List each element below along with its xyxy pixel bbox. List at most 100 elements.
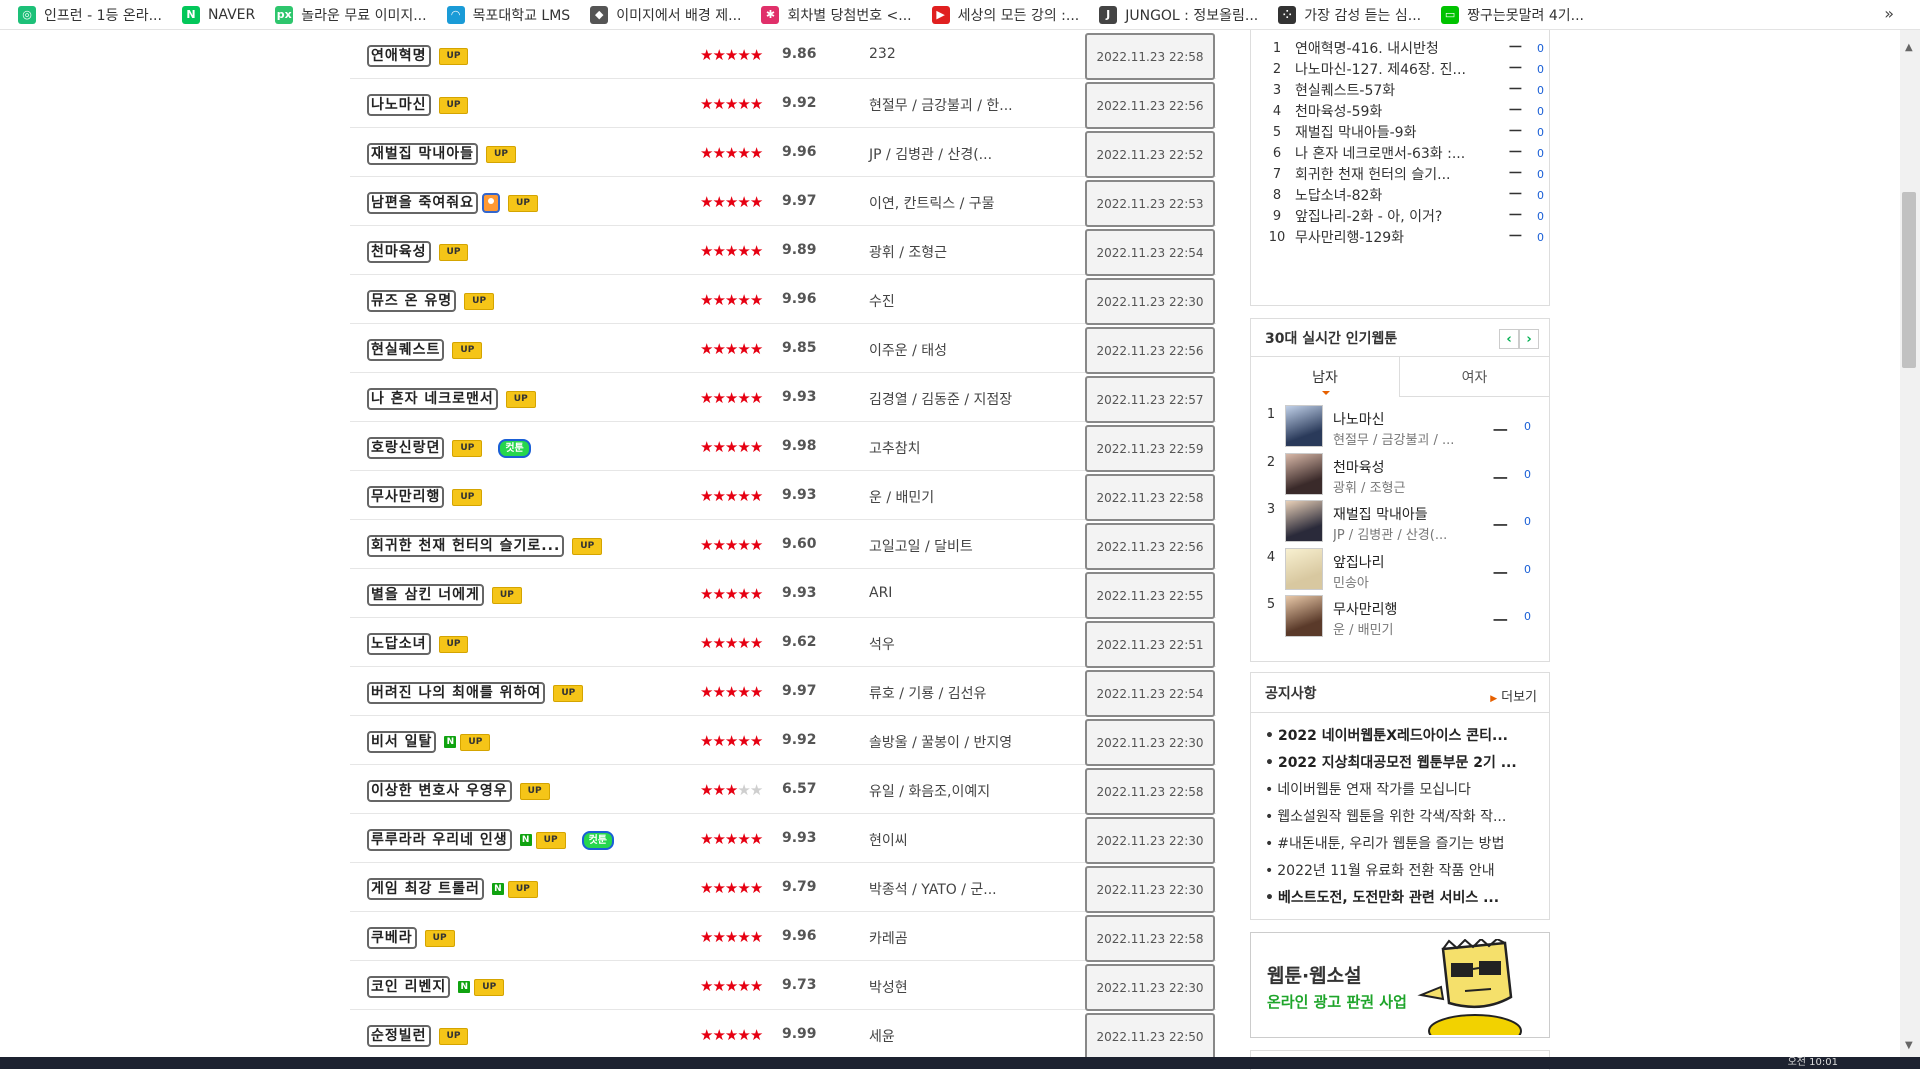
bookmark-item[interactable]: px 놀라운 무료 이미지... [275,5,427,25]
notice-more-link[interactable]: ▶ 더보기 [1490,686,1537,705]
notice-link[interactable]: 웹소설원작 웹툰을 위한 각색/작화 작... [1265,806,1545,826]
rank-item[interactable]: 6 나 혼자 네크로맨서-63화 :... ㅡ 0 [1265,142,1545,164]
table-row: 천마육성 UP ★★★★★ 9.89 광휘 / 조형근 2022.11.23 22:54 [350,226,1216,276]
scroll-down-icon[interactable]: ▼ [1905,1040,1913,1051]
webtoon-title-link[interactable]: 호랑신랑뎐 [367,437,445,459]
update-date-button[interactable]: 2022.11.23 22:59 [1085,425,1215,472]
scroll-up-icon[interactable]: ▲ [1905,42,1913,53]
rank-item[interactable]: 7 회귀한 천재 헌터의 슬기... ㅡ 0 [1265,163,1545,185]
webtoon-title-link[interactable]: 천마육성 [367,241,431,263]
webtoon-title-link[interactable]: 이상한 변호사 우영우 [367,780,512,802]
webtoon-title-link[interactable]: 현실퀘스트 [367,339,445,361]
tab-female[interactable]: 여자 [1400,357,1549,397]
webtoon-title-link[interactable]: 무사만리행 [367,486,445,508]
webtoon-title-link[interactable]: 별을 삼킨 너에게 [367,584,484,606]
author-names: 이주운 / 태성 [869,343,948,359]
update-date-button[interactable]: 2022.11.23 22:30 [1085,278,1215,325]
bookmark-item[interactable]: ◆ 이미지에서 배경 제... [590,5,741,25]
bookmark-item[interactable]: J JUNGOL : 정보올림... [1099,5,1258,25]
webtoon-title-link[interactable]: 회귀한 천재 헌터의 슬기로... [367,535,565,557]
bookmark-item[interactable]: N NAVER [181,5,255,24]
page-scrollbar[interactable]: ▲ ▼ [1900,30,1920,1057]
popular-item[interactable]: 4 앞집나리 민송아 ㅡ 0 [1261,547,1546,592]
notice-link[interactable]: 2022 지상최대공모전 웹툰부문 2기 ... [1265,752,1545,772]
webtoon-title-link[interactable]: 코인 리벤지 [367,976,451,998]
ad-banner[interactable]: 웹툰·웹소설 온라인 광고 판권 사업 [1250,932,1550,1038]
popular-item[interactable]: 3 재벌집 막내아들 JP / 김병관 / 산경(... ㅡ 0 [1261,500,1546,544]
scroll-thumb[interactable] [1902,192,1916,368]
rank-item[interactable]: 8 노답소녀-82화 ㅡ 0 [1265,184,1545,206]
update-date-button[interactable]: 2022.11.23 22:55 [1085,572,1215,619]
rating-score: 9.60 [782,536,817,552]
bookmark-item[interactable]: ▶ 세상의 모든 강의 :... [931,5,1079,25]
bookmark-item[interactable]: ⁘ 가장 감성 듣는 심... [1278,5,1421,25]
webtoon-title-cell: 호랑신랑뎐 UP 컷툰 [367,437,531,459]
author-names: 수진 [869,294,895,310]
rank-item[interactable]: 10 무사만리행-129화 ㅡ 0 [1265,226,1545,248]
webtoon-title-link[interactable]: 연애혁명 [367,45,431,67]
webtoon-title-link[interactable]: 나노마신 [367,94,431,116]
tab-male[interactable]: 남자 [1251,357,1400,397]
bookmark-item[interactable]: ▭ 짱구는못말려 4기... [1441,5,1584,25]
webtoon-title-link[interactable]: 뮤즈 온 유명 [367,290,457,312]
notice-link[interactable]: 베스트도전, 도전만화 관련 서비스 ... [1265,887,1545,907]
bookmark-item[interactable]: ✱ 회차별 당첨번호 <... [761,5,912,25]
notice-link[interactable]: 네이버웹툰 연재 작가를 모십니다 [1265,779,1545,799]
rating-stars: ★★★★★ [700,634,763,652]
star-icon: ★ [724,732,738,750]
update-date-button[interactable]: 2022.11.23 22:30 [1085,719,1215,766]
update-date-button[interactable]: 2022.11.23 22:56 [1085,523,1215,570]
update-date-button[interactable]: 2022.11.23 22:50 [1085,1013,1215,1060]
rank-number: 9 [1272,208,1282,224]
bookmark-item[interactable]: ◎ 인프런 - 1등 온라... [18,5,162,25]
rating-stars: ★★★★★ [700,585,763,603]
rank-item[interactable]: 3 현실퀘스트-57화 ㅡ 0 [1265,79,1545,101]
update-date-button[interactable]: 2022.11.23 22:30 [1085,817,1215,864]
update-date-button[interactable]: 2022.11.23 22:58 [1085,33,1215,80]
webtoon-title-link[interactable]: 버려진 나의 최애를 위하여 [367,682,546,704]
update-date-button[interactable]: 2022.11.23 22:53 [1085,180,1215,227]
rank-change: ㅡ [1509,124,1522,140]
rank-item[interactable]: 2 나노마신-127. 제46장. 진... ㅡ 0 [1265,58,1545,80]
notice-link[interactable]: 2022 네이버웹툰X레드아이스 콘티... [1265,725,1545,745]
webtoon-title-link[interactable]: 쿠베라 [367,927,417,949]
up-badge: UP [519,782,550,800]
author-names: 세윤 [869,1029,895,1045]
rank-number: 7 [1272,166,1282,182]
update-date-button[interactable]: 2022.11.23 22:52 [1085,131,1215,178]
bookmarks-more-icon[interactable]: » [1884,4,1894,23]
webtoon-title-link[interactable]: 루루라라 우리네 인생 [367,829,512,851]
prev-arrow-button[interactable]: ‹ [1499,329,1519,349]
update-date-button[interactable]: 2022.11.23 22:58 [1085,915,1215,962]
star-icon: ★ [737,879,750,897]
webtoon-title-link[interactable]: 노답소녀 [367,633,431,655]
rank-item[interactable]: 4 천마육성-59화 ㅡ 0 [1265,100,1545,122]
popular-item[interactable]: 2 천마육성 광휘 / 조형근 ㅡ 0 [1261,452,1546,497]
update-date-button[interactable]: 2022.11.23 22:30 [1085,866,1215,913]
update-date-button[interactable]: 2022.11.23 22:58 [1085,474,1215,521]
rank-item[interactable]: 1 연애혁명-416. 내시반청 ㅡ 0 [1265,37,1545,59]
webtoon-title-link[interactable]: 비서 일탈 [367,731,437,753]
webtoon-title-link[interactable]: 나 혼자 네크로맨서 [367,388,498,410]
webtoon-title-link[interactable]: 남편을 죽여줘요 [367,192,479,214]
bookmark-item[interactable]: ◠ 목포대학교 LMS [446,5,570,25]
update-date-button[interactable]: 2022.11.23 22:51 [1085,621,1215,668]
update-date-button[interactable]: 2022.11.23 22:56 [1085,82,1215,129]
webtoon-title-link[interactable]: 순정빌런 [367,1025,431,1047]
rank-item[interactable]: 9 앞집나리-2화 - 아, 이거? ㅡ 0 [1265,205,1545,227]
webtoon-title-link[interactable]: 게임 최강 트롤러 [367,878,484,900]
update-date-button[interactable]: 2022.11.23 22:54 [1085,229,1215,276]
star-icon: ★ [712,193,725,211]
update-date-button[interactable]: 2022.11.23 22:30 [1085,964,1215,1011]
popular-item[interactable]: 1 나노마신 현절무 / 금강불괴 / ... ㅡ 0 [1261,405,1546,449]
notice-link[interactable]: 2022년 11월 유료화 전환 작품 안내 [1265,860,1545,880]
update-date-button[interactable]: 2022.11.23 22:54 [1085,670,1215,717]
next-arrow-button[interactable]: › [1519,329,1539,349]
rank-item[interactable]: 5 재벌집 막내아들-9화 ㅡ 0 [1265,121,1545,143]
update-date-button[interactable]: 2022.11.23 22:57 [1085,376,1215,423]
popular-item[interactable]: 5 무사만리행 운 / 배민기 ㅡ 0 [1261,595,1546,639]
notice-link[interactable]: #내돈내툰, 우리가 웹툰을 즐기는 방법 [1265,833,1545,853]
update-date-button[interactable]: 2022.11.23 22:58 [1085,768,1215,815]
webtoon-title-link[interactable]: 재벌집 막내아들 [367,143,479,165]
update-date-button[interactable]: 2022.11.23 22:56 [1085,327,1215,374]
